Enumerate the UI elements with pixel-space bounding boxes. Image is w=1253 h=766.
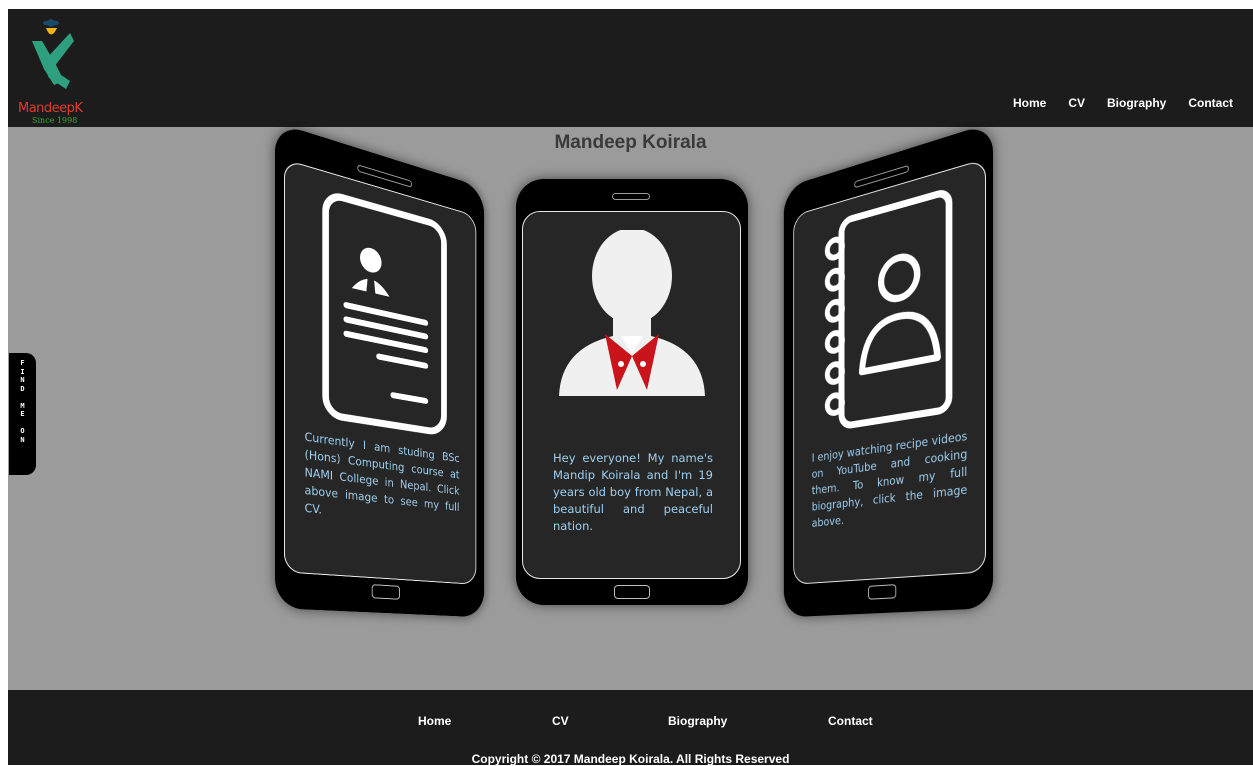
phone-home-button <box>371 584 401 600</box>
profile-phone-card[interactable]: Hey everyone! My name's Mandip Koirala a… <box>516 179 748 605</box>
phone-home-button <box>867 584 897 600</box>
cv-phone-card[interactable]: Currently I am studing BSc (Hons) Comput… <box>274 122 485 618</box>
footer-nav: Home CV Biography Contact <box>8 714 1253 730</box>
phone-home-button <box>614 585 650 599</box>
cv-document-icon[interactable] <box>320 185 449 440</box>
cv-card-text: Currently I am studing BSc (Hons) Comput… <box>304 429 460 517</box>
biography-phone-card[interactable]: I enjoy watching recipe videos on YouTub… <box>783 122 994 618</box>
footer-biography-link[interactable]: Biography <box>668 714 727 728</box>
brand-name: MandeepK <box>18 101 83 116</box>
contact-book-icon[interactable] <box>822 183 955 435</box>
footer-home-link[interactable]: Home <box>418 714 451 728</box>
find-me-on-label: F I N D M E O N <box>20 359 25 444</box>
footer-contact-link[interactable]: Contact <box>828 714 873 728</box>
site-header: MandeepK Since 1998 Home CV Biography Co… <box>8 9 1253 127</box>
phone-screen: Currently I am studing BSc (Hons) Comput… <box>283 158 477 585</box>
phone-screen: Hey everyone! My name's Mandip Koirala a… <box>522 211 741 579</box>
find-me-on-tab[interactable]: F I N D M E O N <box>9 353 36 475</box>
phone-speaker <box>612 193 650 200</box>
page-title: Mandeep Koirala <box>554 132 707 153</box>
nav-home-link[interactable]: Home <box>1013 96 1046 110</box>
copyright-text: Copyright © 2017 Mandeep Koirala. All Ri… <box>471 752 790 766</box>
brand-logo[interactable]: MandeepK Since 1998 <box>18 15 88 127</box>
biography-card-text: I enjoy watching recipe videos on YouTub… <box>811 428 968 530</box>
nav-biography-link[interactable]: Biography <box>1107 96 1166 110</box>
site-footer: Home CV Biography Contact Copyright © 20… <box>8 690 1253 766</box>
profile-card-text: Hey everyone! My name's Mandip Koirala a… <box>553 451 713 533</box>
header-nav: Home CV Biography Contact <box>1013 96 1233 110</box>
brand-since: Since 1998 <box>32 116 78 125</box>
footer-cv-link[interactable]: CV <box>552 714 569 728</box>
nav-contact-link[interactable]: Contact <box>1188 96 1233 110</box>
nav-cv-link[interactable]: CV <box>1068 96 1085 110</box>
phone-screen: I enjoy watching recipe videos on YouTub… <box>793 158 987 585</box>
main-content: Mandeep Koirala Currently I am studing B… <box>8 122 1253 690</box>
logo-k-icon <box>32 19 74 89</box>
profile-avatar-icon[interactable] <box>557 230 707 400</box>
